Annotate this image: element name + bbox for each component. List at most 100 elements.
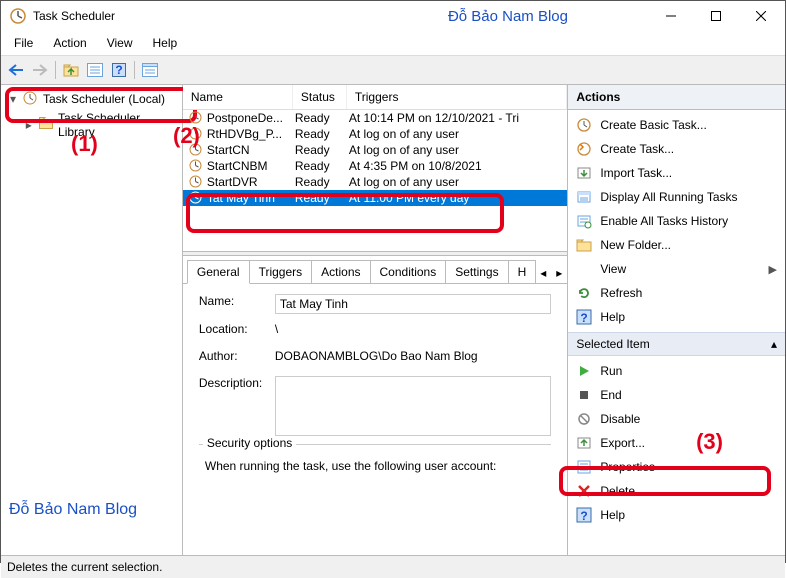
label-name: Name: xyxy=(199,294,275,308)
tab-scroll-left[interactable]: ◂ xyxy=(535,263,551,283)
security-text: When running the task, use the following… xyxy=(199,451,551,481)
action-label: Help xyxy=(600,508,625,522)
action-help[interactable]: ? Help xyxy=(568,305,785,329)
action-label: Export... xyxy=(600,436,645,450)
view-list-button[interactable] xyxy=(84,59,106,81)
delete-icon xyxy=(576,483,592,499)
task-status: Ready xyxy=(293,175,347,189)
task-row[interactable]: StartCNReadyAt log on of any user xyxy=(183,142,567,158)
action-label: Help xyxy=(600,310,625,324)
action-export[interactable]: Export... xyxy=(568,431,785,455)
action-label: Disable xyxy=(600,412,640,426)
task-row[interactable]: Tat May TinhReadyAt 11:00 PM every day xyxy=(183,190,567,206)
field-description[interactable] xyxy=(275,376,551,436)
history-icon xyxy=(576,213,592,229)
create-task-icon xyxy=(576,141,592,157)
title-bar: Task Scheduler Đỗ Bảo Nam Blog xyxy=(1,1,785,31)
chevron-right-icon: ▶ xyxy=(769,263,777,276)
help-icon: ? xyxy=(576,309,592,325)
action-label: View xyxy=(600,262,626,276)
task-icon xyxy=(189,175,203,189)
task-trigger: At log on of any user xyxy=(347,175,567,189)
close-button[interactable] xyxy=(738,2,783,31)
label-author: Author: xyxy=(199,349,275,363)
selected-item-header[interactable]: Selected Item ▴ xyxy=(568,332,785,356)
action-label: Refresh xyxy=(600,286,642,300)
action-view[interactable]: View ▶ xyxy=(568,257,785,281)
action-import[interactable]: Import Task... xyxy=(568,161,785,185)
action-end[interactable]: End xyxy=(568,383,785,407)
expand-icon[interactable]: ▾ xyxy=(7,92,19,106)
svg-text:?: ? xyxy=(581,311,588,325)
action-run[interactable]: Run xyxy=(568,359,785,383)
svg-text:?: ? xyxy=(581,509,588,523)
tool-bar: ? xyxy=(1,56,785,85)
field-name[interactable]: Tat May Tinh xyxy=(275,294,551,314)
action-label: Enable All Tasks History xyxy=(600,214,728,228)
action-folder[interactable]: New Folder... xyxy=(568,233,785,257)
selected-item-label: Selected Item xyxy=(576,337,649,351)
help-button[interactable]: ? xyxy=(108,59,130,81)
action-refresh[interactable]: Refresh xyxy=(568,281,785,305)
maximize-button[interactable] xyxy=(693,2,738,31)
detail-tabs: General Triggers Actions Conditions Sett… xyxy=(183,256,567,284)
menu-help[interactable]: Help xyxy=(144,33,187,53)
action-help[interactable]: ? Help xyxy=(568,503,785,527)
running-icon xyxy=(576,189,592,205)
task-name: Tat May Tinh xyxy=(207,191,275,205)
menu-view[interactable]: View xyxy=(98,33,142,53)
create-basic-icon xyxy=(576,117,592,133)
folder-up-button[interactable] xyxy=(60,59,82,81)
task-icon xyxy=(189,159,203,173)
tab-conditions[interactable]: Conditions xyxy=(370,260,447,283)
action-create-basic[interactable]: Create Basic Task... xyxy=(568,113,785,137)
col-status[interactable]: Status xyxy=(293,85,347,109)
action-properties[interactable]: Properties xyxy=(568,455,785,479)
task-status: Ready xyxy=(293,127,347,141)
end-icon xyxy=(576,387,592,403)
action-delete[interactable]: Delete xyxy=(568,479,785,503)
action-create-task[interactable]: Create Task... xyxy=(568,137,785,161)
action-label: Delete xyxy=(600,484,635,498)
action-running[interactable]: Display All Running Tasks xyxy=(568,185,785,209)
task-trigger: At 4:35 PM on 10/8/2021 xyxy=(347,159,567,173)
view-details-button[interactable] xyxy=(139,59,161,81)
task-trigger: At log on of any user xyxy=(347,143,567,157)
tab-triggers[interactable]: Triggers xyxy=(249,260,313,283)
task-status: Ready xyxy=(293,191,347,205)
task-row[interactable]: RtHDVBg_P...ReadyAt log on of any user xyxy=(183,126,567,142)
tab-general[interactable]: General xyxy=(187,260,250,284)
menu-bar: File Action View Help xyxy=(1,31,785,56)
view-icon xyxy=(576,261,592,277)
action-disable[interactable]: Disable xyxy=(568,407,785,431)
task-row[interactable]: PostponeDe...ReadyAt 10:14 PM on 12/10/2… xyxy=(183,110,567,126)
minimize-button[interactable] xyxy=(648,2,693,31)
expand-icon[interactable]: ▸ xyxy=(23,118,35,132)
tab-history[interactable]: H xyxy=(508,260,537,283)
menu-file[interactable]: File xyxy=(5,33,42,53)
clock-icon xyxy=(23,91,39,107)
folder-icon xyxy=(576,237,592,253)
tree-root[interactable]: ▾ Task Scheduler (Local) xyxy=(1,89,182,109)
task-row[interactable]: StartCNBMReadyAt 4:35 PM on 10/8/2021 xyxy=(183,158,567,174)
svg-text:?: ? xyxy=(115,63,122,77)
status-bar: Deletes the current selection. xyxy=(1,555,785,578)
col-name[interactable]: Name xyxy=(183,85,293,109)
help-icon: ? xyxy=(576,507,592,523)
label-location: Location: xyxy=(199,322,275,336)
tab-settings[interactable]: Settings xyxy=(445,260,508,283)
col-triggers[interactable]: Triggers xyxy=(347,85,567,109)
task-name: StartCN xyxy=(207,143,250,157)
actions-header: Actions xyxy=(568,85,785,110)
task-name: RtHDVBg_P... xyxy=(207,127,282,141)
task-status: Ready xyxy=(293,111,347,125)
tab-actions[interactable]: Actions xyxy=(311,260,370,283)
tab-scroll-right[interactable]: ▸ xyxy=(551,263,567,283)
properties-icon xyxy=(576,459,592,475)
nav-forward-button[interactable] xyxy=(29,59,51,81)
nav-back-button[interactable] xyxy=(5,59,27,81)
action-history[interactable]: Enable All Tasks History xyxy=(568,209,785,233)
task-row[interactable]: StartDVRReadyAt log on of any user xyxy=(183,174,567,190)
menu-action[interactable]: Action xyxy=(44,33,95,53)
task-trigger: At 10:14 PM on 12/10/2021 - Tri xyxy=(347,111,567,125)
